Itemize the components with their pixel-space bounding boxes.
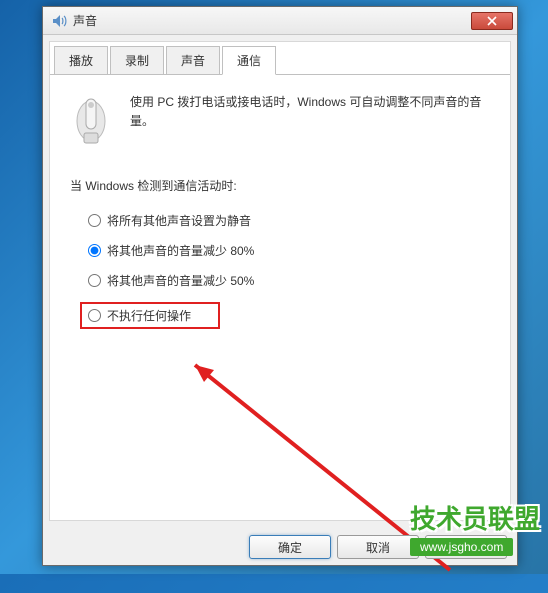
radio-label: 将其他声音的音量减少 50% [107,272,254,289]
radio-input-none[interactable] [88,309,101,322]
tab-content: 使用 PC 拨打电话或接电话时，Windows 可自动调整不同声音的音量。 当 … [50,75,510,360]
tab-playback[interactable]: 播放 [54,46,108,74]
radio-label: 将所有其他声音设置为静音 [107,212,251,229]
dialog-body: 播放 录制 声音 通信 使用 PC 拨打电话或接电话时，Windows 可自动调… [49,41,511,521]
phone-icon [70,93,112,145]
radio-mute-all[interactable]: 将所有其他声音设置为静音 [88,212,490,229]
radio-group: 将所有其他声音设置为静音 将其他声音的音量减少 80% 将其他声音的音量减少 5… [70,212,490,329]
close-button[interactable] [471,12,513,30]
sound-dialog: 声音 播放 录制 声音 通信 使用 PC 拨打电话或接电话 [42,6,518,566]
radio-label: 将其他声音的音量减少 80% [107,242,254,259]
radio-input-50[interactable] [88,274,101,287]
ok-button[interactable]: 确定 [249,535,331,559]
tab-communications[interactable]: 通信 [222,46,276,75]
cancel-button[interactable]: 取消 [337,535,419,559]
radio-input-mute[interactable] [88,214,101,227]
tab-bar: 播放 录制 声音 通信 [50,46,510,75]
radio-label: 不执行任何操作 [107,307,191,324]
titlebar[interactable]: 声音 [43,7,517,35]
description-text: 使用 PC 拨打电话或接电话时，Windows 可自动调整不同声音的音量。 [130,93,490,145]
tab-recording[interactable]: 录制 [110,46,164,74]
radio-reduce-50[interactable]: 将其他声音的音量减少 50% [88,272,490,289]
speaker-icon [51,13,67,29]
apply-button[interactable]: 应用(A) [425,535,507,559]
radio-input-80[interactable] [88,244,101,257]
window-title: 声音 [73,12,471,29]
radio-do-nothing[interactable]: 不执行任何操作 [80,302,220,329]
section-label: 当 Windows 检测到通信活动时: [70,177,490,194]
tab-sounds[interactable]: 声音 [166,46,220,74]
button-bar: 确定 取消 应用(A) [249,535,507,559]
radio-reduce-80[interactable]: 将其他声音的音量减少 80% [88,242,490,259]
